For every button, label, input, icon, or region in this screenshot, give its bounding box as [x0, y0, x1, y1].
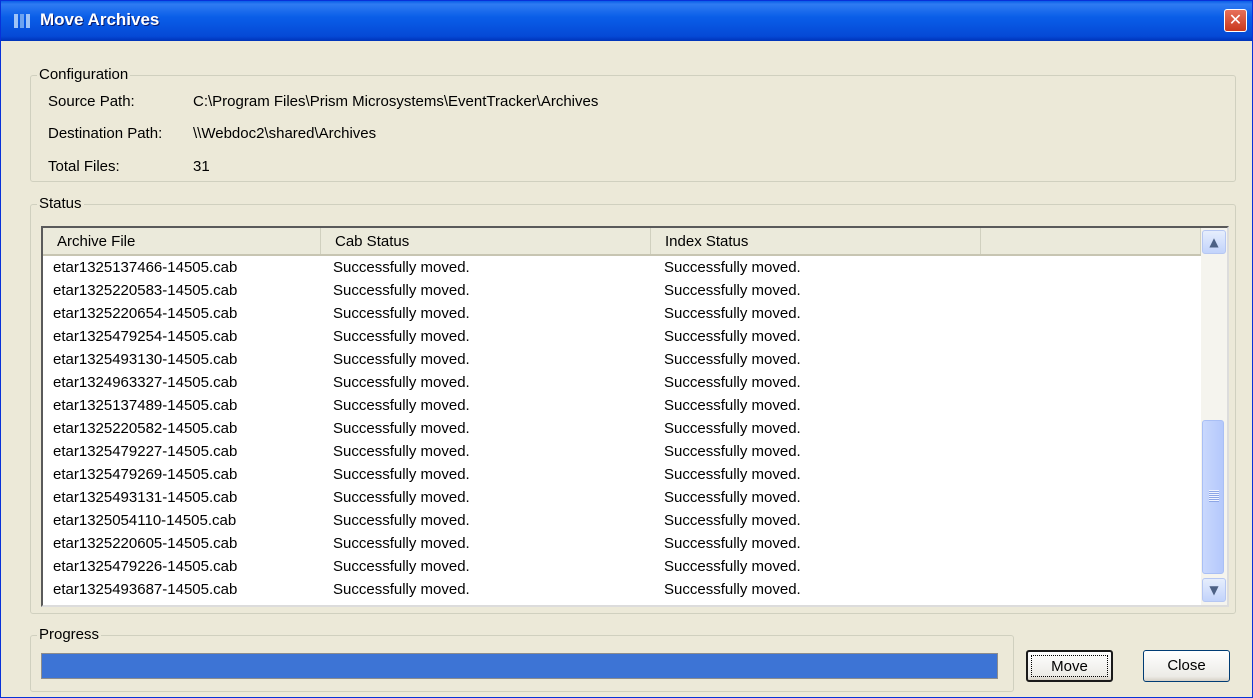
cab-status-cell: Successfully moved. — [333, 535, 470, 552]
column-header-cab-status[interactable]: Cab Status — [321, 228, 651, 254]
cab-status-cell: Successfully moved. — [333, 581, 470, 598]
index-status-cell: Successfully moved. — [664, 351, 801, 368]
index-status-cell: Successfully moved. — [664, 581, 801, 598]
cab-status-cell: Successfully moved. — [333, 259, 470, 276]
close-button[interactable]: Close — [1143, 650, 1230, 682]
archive-file-cell: etar1325220605-14505.cab — [53, 535, 238, 552]
list-header: Archive File Cab Status Index Status — [43, 228, 1201, 256]
archive-file-cell: etar1325479269-14505.cab — [53, 466, 238, 483]
chevron-up-icon: ▲ — [1209, 235, 1219, 249]
destination-path-label: Destination Path: — [48, 125, 163, 142]
cab-status-cell: Successfully moved. — [333, 443, 470, 460]
cab-status-cell: Successfully moved. — [333, 328, 470, 345]
cab-status-cell: Successfully moved. — [333, 420, 470, 437]
archive-file-cell: etar1325137466-14505.cab — [53, 259, 238, 276]
cab-status-cell: Successfully moved. — [333, 282, 470, 299]
chevron-down-icon: ▼ — [1209, 583, 1219, 597]
archive-list[interactable]: Archive File Cab Status Index Status eta… — [41, 226, 1229, 607]
close-button-label: Close — [1167, 657, 1206, 674]
table-row[interactable]: etar1325493131-14505.cab Successfully mov… — [43, 486, 1201, 509]
index-status-cell: Successfully moved. — [664, 535, 801, 552]
table-row[interactable]: etar1325220582-14505.cab Successfully mov… — [43, 417, 1201, 440]
close-window-button[interactable]: ✕ — [1224, 9, 1247, 32]
scroll-down-button[interactable]: ▼ — [1202, 578, 1226, 602]
cab-status-cell: Successfully moved. — [333, 305, 470, 322]
table-row[interactable]: etar1325137489-14505.cab Successfully mov… — [43, 394, 1201, 417]
window-title: Move Archives — [40, 10, 160, 29]
index-status-cell: Successfully moved. — [664, 328, 801, 345]
title-bar[interactable]: Move Archives ✕ — [1, 1, 1252, 41]
column-header-blank[interactable] — [981, 228, 1201, 254]
archive-file-cell: etar1325479226-14505.cab — [53, 558, 238, 575]
table-row[interactable]: etar1325479254-14505.cab Successfully mov… — [43, 325, 1201, 348]
configuration-group-title: Configuration — [37, 66, 131, 83]
table-row[interactable]: etar1324963327-14505.cab Successfully mov… — [43, 371, 1201, 394]
cab-status-cell: Successfully moved. — [333, 466, 470, 483]
cab-status-cell: Successfully moved. — [333, 397, 470, 414]
move-button[interactable]: Move — [1026, 650, 1113, 682]
index-status-cell: Successfully moved. — [664, 558, 801, 575]
index-status-cell: Successfully moved. — [664, 443, 801, 460]
app-icon — [14, 14, 30, 28]
archive-file-cell: etar1324963327-14505.cab — [53, 374, 238, 391]
vertical-scrollbar[interactable]: ▲ ▼ — [1201, 228, 1227, 605]
table-row[interactable]: etar1325220583-14505.cab Successfully mov… — [43, 279, 1201, 302]
cab-status-cell: Successfully moved. — [333, 558, 470, 575]
destination-path-value: \\Webdoc2\shared\Archives — [193, 125, 377, 142]
progress-bar-fill — [42, 654, 997, 678]
source-path-value: C:\Program Files\Prism Microsystems\Even… — [193, 93, 599, 110]
table-row[interactable]: etar1325493687-14505.cab Successfully mov… — [43, 578, 1201, 601]
index-status-cell: Successfully moved. — [664, 374, 801, 391]
scroll-thumb[interactable] — [1202, 420, 1224, 574]
source-path-label: Source Path: — [48, 93, 135, 110]
archive-file-cell: etar1325220582-14505.cab — [53, 420, 238, 437]
list-rows: etar1325137466-14505.cab Successfully mov… — [43, 256, 1201, 601]
column-header-archive-file[interactable]: Archive File — [43, 228, 321, 254]
index-status-cell: Successfully moved. — [664, 397, 801, 414]
table-row[interactable]: etar1325479269-14505.cab Successfully mov… — [43, 463, 1201, 486]
cab-status-cell: Successfully moved. — [333, 351, 470, 368]
table-row[interactable]: etar1325479226-14505.cab Successfully mov… — [43, 555, 1201, 578]
archive-file-cell: etar1325493131-14505.cab — [53, 489, 238, 506]
column-header-index-status[interactable]: Index Status — [651, 228, 981, 254]
move-button-label: Move — [1051, 658, 1088, 675]
progress-bar — [41, 653, 998, 679]
total-files-value: 31 — [193, 158, 210, 175]
cab-status-cell: Successfully moved. — [333, 374, 470, 391]
table-row[interactable]: etar1325479227-14505.cab Successfully mov… — [43, 440, 1201, 463]
table-row[interactable]: etar1325493130-14505.cab Successfully mov… — [43, 348, 1201, 371]
archive-file-cell: etar1325493130-14505.cab — [53, 351, 238, 368]
scroll-up-button[interactable]: ▲ — [1202, 230, 1226, 254]
cab-status-cell: Successfully moved. — [333, 489, 470, 506]
archive-file-cell: etar1325137489-14505.cab — [53, 397, 238, 414]
index-status-cell: Successfully moved. — [664, 466, 801, 483]
index-status-cell: Successfully moved. — [664, 420, 801, 437]
status-group-title: Status — [37, 195, 84, 212]
archive-file-cell: etar1325220583-14505.cab — [53, 282, 238, 299]
index-status-cell: Successfully moved. — [664, 305, 801, 322]
close-icon: ✕ — [1228, 10, 1243, 29]
archive-file-cell: etar1325493687-14505.cab — [53, 581, 238, 598]
table-row[interactable]: etar1325220605-14505.cab Successfully mov… — [43, 532, 1201, 555]
archive-file-cell: etar1325479254-14505.cab — [53, 328, 238, 345]
total-files-label: Total Files: — [48, 158, 120, 175]
archive-file-cell: etar1325479227-14505.cab — [53, 443, 238, 460]
move-archives-window: Move Archives ✕ Configuration Source Pat… — [0, 0, 1253, 698]
index-status-cell: Successfully moved. — [664, 259, 801, 276]
cab-status-cell: Successfully moved. — [333, 512, 470, 529]
index-status-cell: Successfully moved. — [664, 512, 801, 529]
archive-file-cell: etar1325220654-14505.cab — [53, 305, 238, 322]
index-status-cell: Successfully moved. — [664, 489, 801, 506]
grip-icon — [1209, 490, 1219, 502]
progress-group-title: Progress — [37, 626, 102, 643]
table-row[interactable]: etar1325137466-14505.cab Successfully mov… — [43, 256, 1201, 279]
archive-file-cell: etar1325054110-14505.cab — [53, 512, 237, 529]
index-status-cell: Successfully moved. — [664, 282, 801, 299]
table-row[interactable]: etar1325054110-14505.cab Successfully mov… — [43, 509, 1201, 532]
table-row[interactable]: etar1325220654-14505.cab Successfully mov… — [43, 302, 1201, 325]
